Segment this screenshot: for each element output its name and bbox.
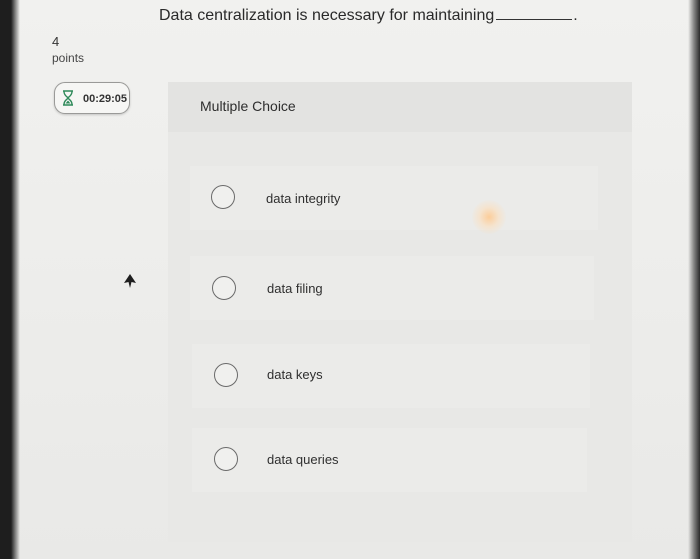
option-data-filing[interactable]: data filing xyxy=(190,256,594,320)
option-label: data filing xyxy=(267,281,323,296)
question-stem: Data centralization is necessary for mai… xyxy=(159,7,495,24)
mouse-cursor-icon xyxy=(124,274,136,288)
question-blank xyxy=(496,18,573,20)
points-label: points xyxy=(52,51,85,65)
question-period: . xyxy=(573,7,578,24)
question-type-label: Multiple Choice xyxy=(200,98,296,114)
radio-button[interactable] xyxy=(211,185,235,209)
timer-time: 00:29:05 xyxy=(83,93,128,105)
radio-button[interactable] xyxy=(212,276,236,300)
option-data-queries[interactable]: data queries xyxy=(192,428,587,492)
screen-right-edge xyxy=(688,0,700,559)
panel-header: Multiple Choice xyxy=(168,82,632,132)
question-text: Data centralization is necessary for mai… xyxy=(159,7,578,25)
option-data-keys[interactable]: data keys xyxy=(192,344,590,408)
radio-button[interactable] xyxy=(214,363,238,387)
option-label: data integrity xyxy=(266,191,341,206)
radio-button[interactable] xyxy=(214,447,238,471)
option-label: data keys xyxy=(267,367,323,382)
timer-badge[interactable]: 00:29:05 xyxy=(54,82,130,114)
option-data-integrity[interactable]: data integrity xyxy=(190,166,598,230)
points-value: 4 xyxy=(52,34,60,49)
hourglass-icon xyxy=(63,90,73,106)
screen-glare xyxy=(472,200,506,234)
option-label: data queries xyxy=(267,452,339,467)
screen-left-edge xyxy=(0,0,20,559)
